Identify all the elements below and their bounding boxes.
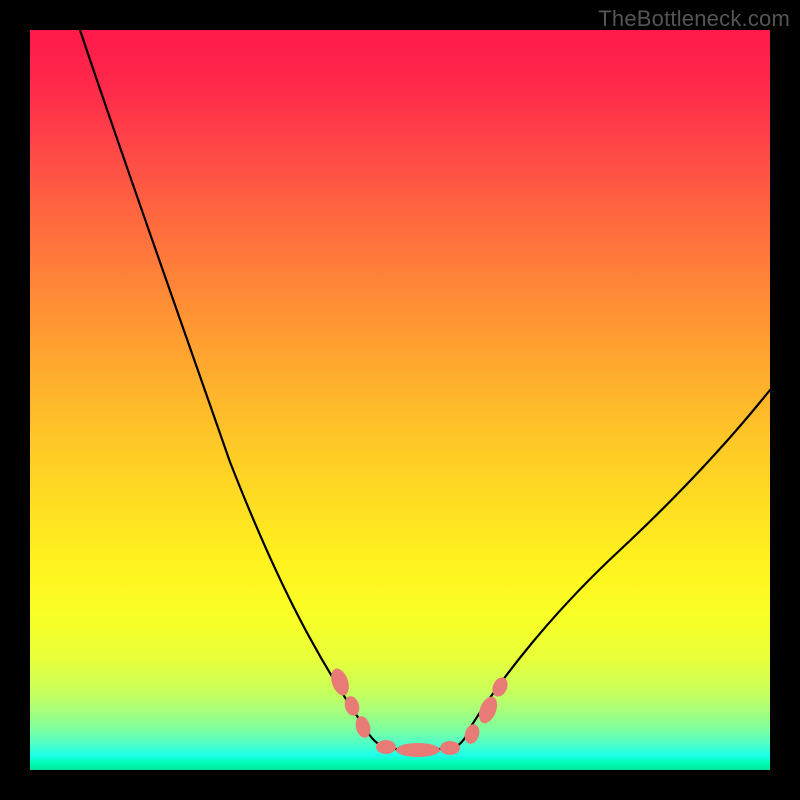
plot-area: [30, 30, 770, 770]
markers-group: [328, 666, 511, 757]
marker-dot: [396, 743, 440, 757]
curve-left: [80, 30, 365, 728]
curve-right: [470, 390, 770, 728]
marker-dot: [440, 741, 460, 755]
marker-dot: [376, 740, 396, 754]
chart-frame: TheBottleneck.com: [0, 0, 800, 800]
curve-svg: [30, 30, 770, 770]
watermark-text: TheBottleneck.com: [598, 6, 790, 32]
marker-dot: [328, 666, 353, 698]
marker-dot: [475, 694, 500, 726]
marker-dot: [462, 722, 481, 745]
